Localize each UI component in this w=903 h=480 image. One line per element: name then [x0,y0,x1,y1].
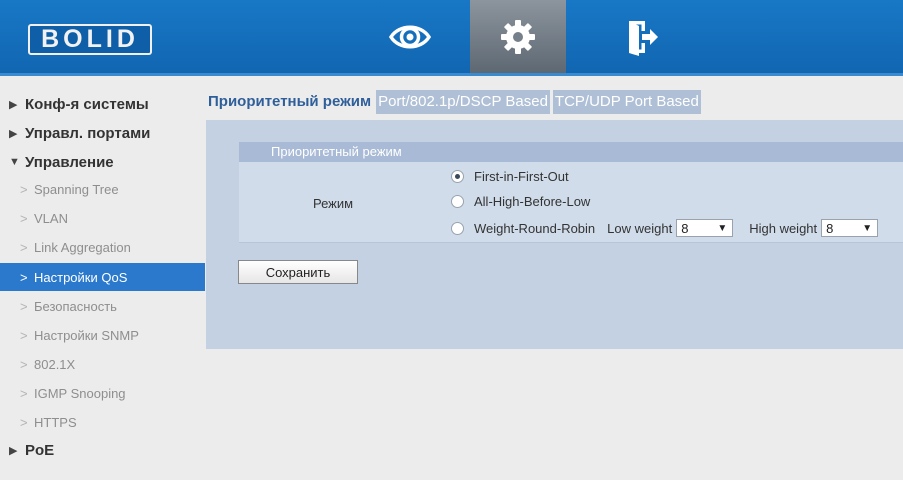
chevron-right-icon: > [20,269,28,285]
tab-tcp-udp-port[interactable]: TCP/UDP Port Based [552,90,701,114]
sidebar-group-port-management[interactable]: ▶ Управл. портами [0,119,205,147]
sidebar-item-label: 802.1X [34,356,76,372]
sidebar-item-label: Link Aggregation [34,239,131,255]
sidebar: ▶ Конф-я системы ▶ Управл. портами ▼ Упр… [0,76,206,480]
tab-priority-mode[interactable]: Приоритетный режим [206,90,373,114]
sidebar-item-https[interactable]: > HTTPS [0,408,205,436]
sidebar-group-label: Управление [25,153,114,171]
top-header: BOLID [0,0,903,76]
triangle-right-icon: ▶ [9,98,18,111]
chevron-right-icon: > [20,210,28,226]
sidebar-item-label: Настройки SNMP [34,327,139,343]
sidebar-item-igmp-snooping[interactable]: > IGMP Snooping [0,379,205,407]
view-nav-button[interactable] [370,0,450,73]
settings-nav-button[interactable] [470,0,566,73]
eye-icon [388,25,432,48]
high-weight-label: High weight [749,220,818,236]
sidebar-item-label: IGMP Snooping [34,385,126,401]
sidebar-item-vlan[interactable]: > VLAN [0,204,205,232]
high-weight-value: 8 [826,220,834,236]
bolid-logo: BOLID [28,24,152,55]
option-label: Weight-Round-Robin [474,220,596,236]
radio-fifo[interactable] [451,170,464,183]
sidebar-item-label: HTTPS [34,414,77,430]
sidebar-item-label: Настройки QoS [34,269,128,285]
option-fifo[interactable]: First-in-First-Out [451,169,569,184]
radio-weight-round-robin[interactable] [451,221,464,235]
logout-icon [629,20,658,56]
sidebar-group-label: Конф-я системы [25,95,149,113]
sidebar-item-security[interactable]: > Безопасность [0,292,205,320]
mode-label: Режим [313,196,354,211]
chevron-right-icon: > [20,239,28,255]
sidebar-item-8021x[interactable]: > 802.1X [0,350,205,378]
sidebar-item-qos-settings[interactable]: > Настройки QoS [0,263,205,291]
logout-nav-button[interactable] [602,0,682,73]
chevron-right-icon: > [20,385,28,401]
priority-mode-section: Приоритетный режим Режим First-in-First-… [239,142,903,243]
sidebar-group-management[interactable]: ▼ Управление [0,148,205,176]
sidebar-item-label: Spanning Tree [34,181,119,197]
main-content: Приоритетный режим Port/802.1p/DSCP Base… [206,76,903,480]
option-weight-round-robin[interactable]: Weight-Round-Robin Low weight 8 ▼ High w… [451,219,879,237]
section-title: Приоритетный режим [239,142,903,162]
settings-panel: Приоритетный режим Режим First-in-First-… [206,120,903,349]
sidebar-group-label: Управл. портами [25,124,151,142]
low-weight-label: Low weight [607,220,673,236]
triangle-right-icon: ▶ [9,444,18,457]
save-button[interactable]: Сохранить [238,260,358,284]
low-weight-select[interactable]: 8 ▼ [676,219,734,237]
tab-port-8021p-dscp[interactable]: Port/802.1p/DSCP Based [376,90,550,114]
option-label: All-High-Before-Low [474,194,591,209]
option-all-high-before-low[interactable]: All-High-Before-Low [451,194,590,209]
chevron-right-icon: > [20,414,28,430]
caret-down-icon: ▼ [862,222,873,234]
option-label: First-in-First-Out [474,169,569,184]
triangle-down-icon: ▼ [9,156,20,168]
radio-all-high-before-low[interactable] [451,195,464,208]
tab-bar: Приоритетный режим Port/802.1p/DSCP Base… [206,90,704,114]
low-weight-value: 8 [681,220,689,236]
sidebar-group-label: PoE [25,441,55,459]
sidebar-item-link-aggregation[interactable]: > Link Aggregation [0,233,205,261]
triangle-right-icon: ▶ [9,127,18,140]
gear-icon [501,19,535,54]
logo-text: BOLID [41,25,139,53]
sidebar-item-label: VLAN [34,210,68,226]
sidebar-item-label: Безопасность [34,298,117,314]
sidebar-item-spanning-tree[interactable]: > Spanning Tree [0,175,205,203]
chevron-right-icon: > [20,181,28,197]
chevron-right-icon: > [20,327,28,343]
sidebar-group-system-config[interactable]: ▶ Конф-я системы [0,90,205,118]
sidebar-item-snmp-settings[interactable]: > Настройки SNMP [0,321,205,349]
chevron-right-icon: > [20,298,28,314]
chevron-right-icon: > [20,356,28,372]
high-weight-select[interactable]: 8 ▼ [821,219,879,237]
sidebar-group-poe[interactable]: ▶ PoE [0,436,205,464]
caret-down-icon: ▼ [717,222,728,234]
